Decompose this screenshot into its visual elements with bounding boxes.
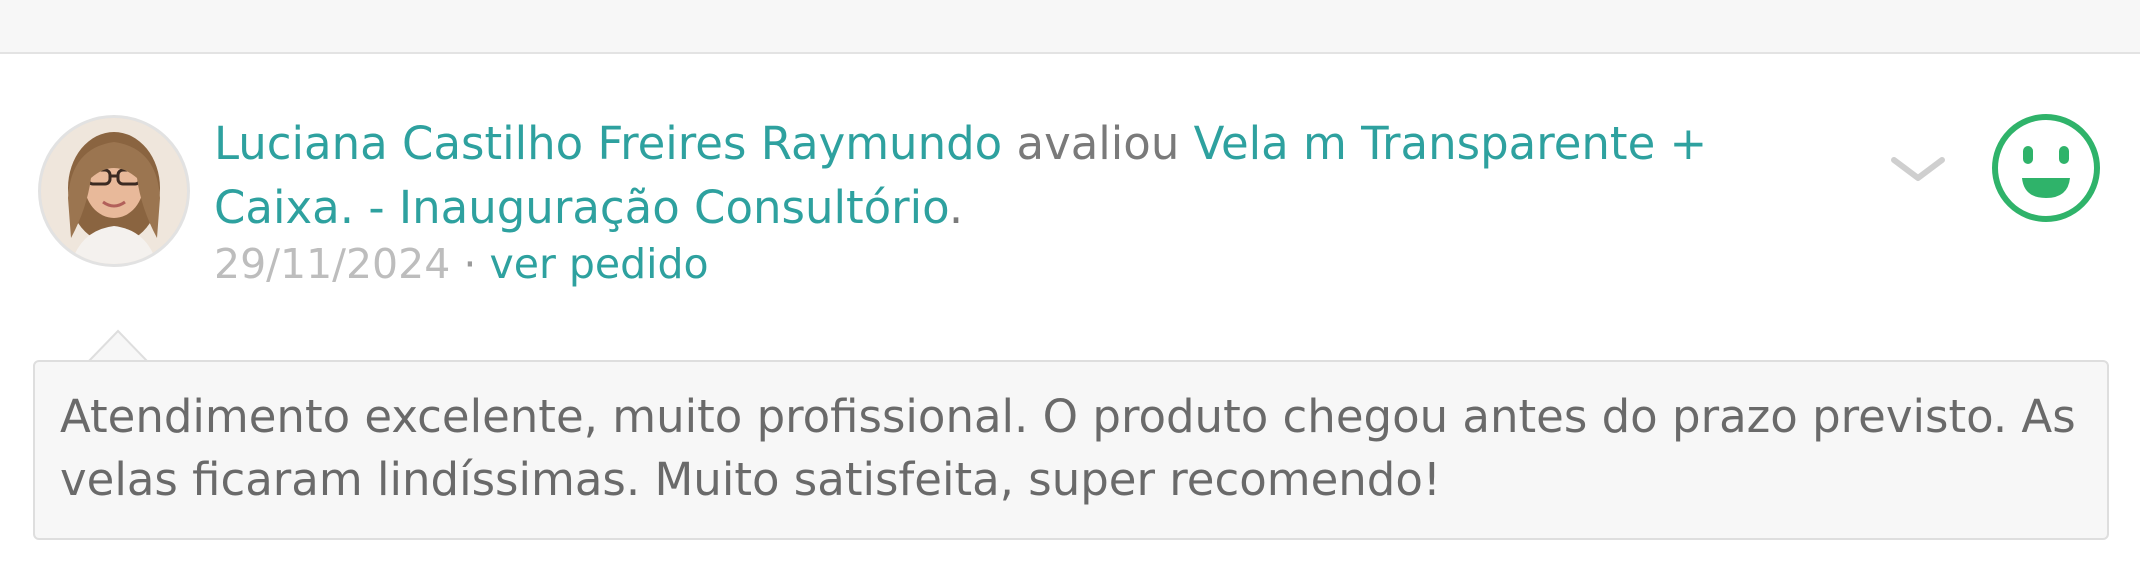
review-header: Luciana Castilho Freires Raymundo avalio… <box>214 112 1814 240</box>
action-verb: avaliou <box>1016 117 1180 170</box>
chevron-down-icon[interactable] <box>1888 140 1948 200</box>
meta-separator: · <box>463 240 477 288</box>
review-card: Luciana Castilho Freires Raymundo avalio… <box>0 0 2140 576</box>
happy-face-icon <box>1990 112 2102 224</box>
review-comment: Atendimento excelente, muito profissiona… <box>60 390 2076 506</box>
previous-card-bottom <box>0 0 2140 54</box>
author-name-link[interactable]: Luciana Castilho Freires Raymundo <box>214 117 1002 170</box>
view-order-link[interactable]: ver pedido <box>489 240 708 288</box>
review-meta: 29/11/2024 · ver pedido <box>214 238 709 290</box>
trailing-period: . <box>948 181 964 234</box>
review-date: 29/11/2024 <box>214 240 451 288</box>
avatar[interactable] <box>38 115 190 267</box>
comment-pointer <box>86 329 150 363</box>
avatar-photo <box>41 118 187 264</box>
